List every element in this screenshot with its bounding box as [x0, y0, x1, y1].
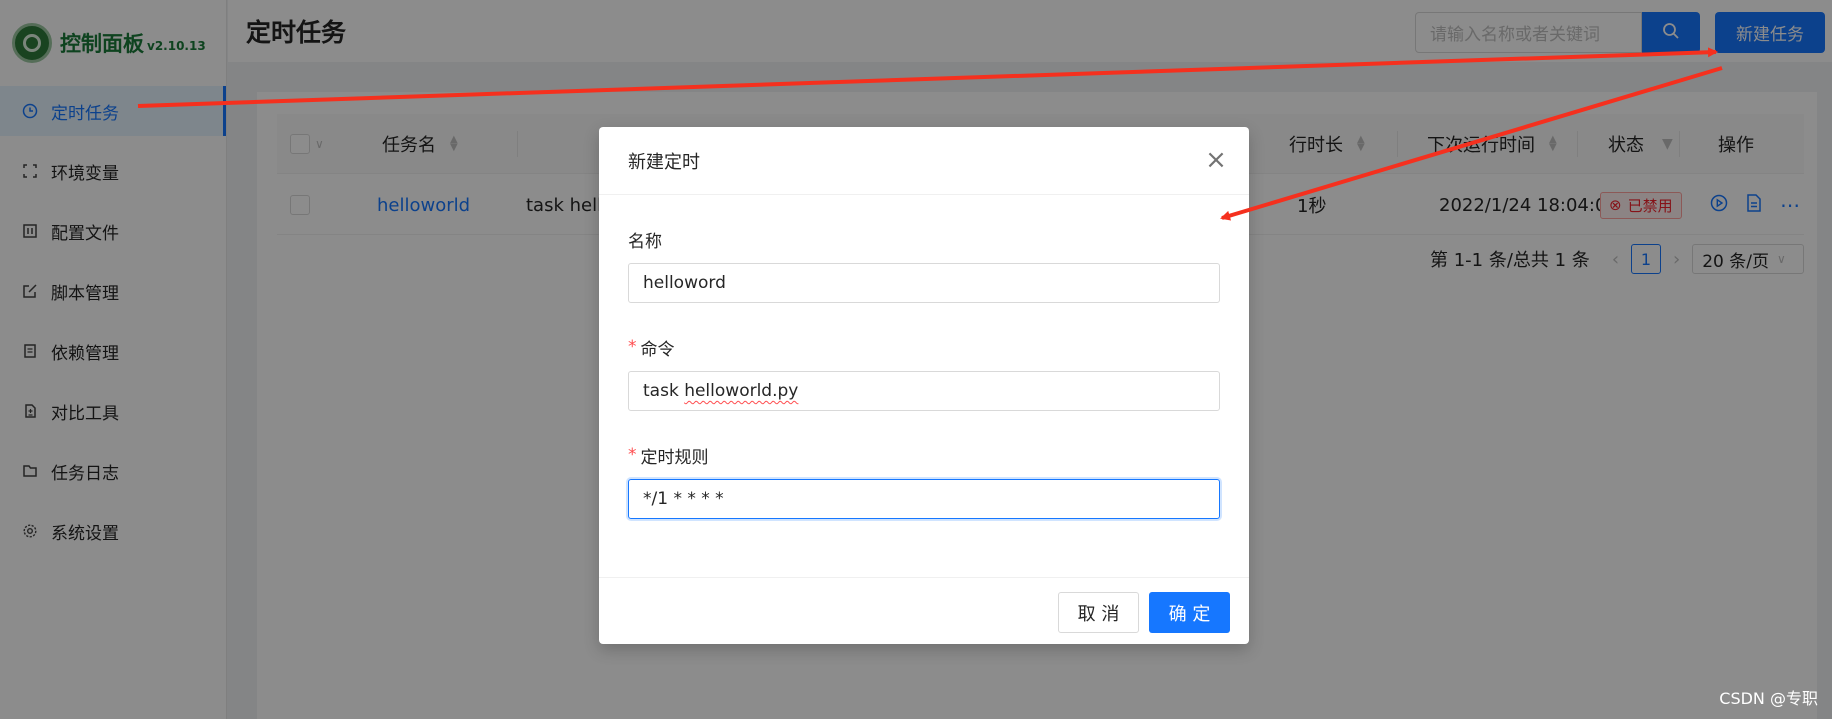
annotation-arrows	[137, 47, 1723, 221]
watermark: CSDN @专职	[1719, 689, 1818, 708]
annotation-arrow	[137, 47, 1718, 108]
annotation-arrow	[1220, 66, 1723, 221]
